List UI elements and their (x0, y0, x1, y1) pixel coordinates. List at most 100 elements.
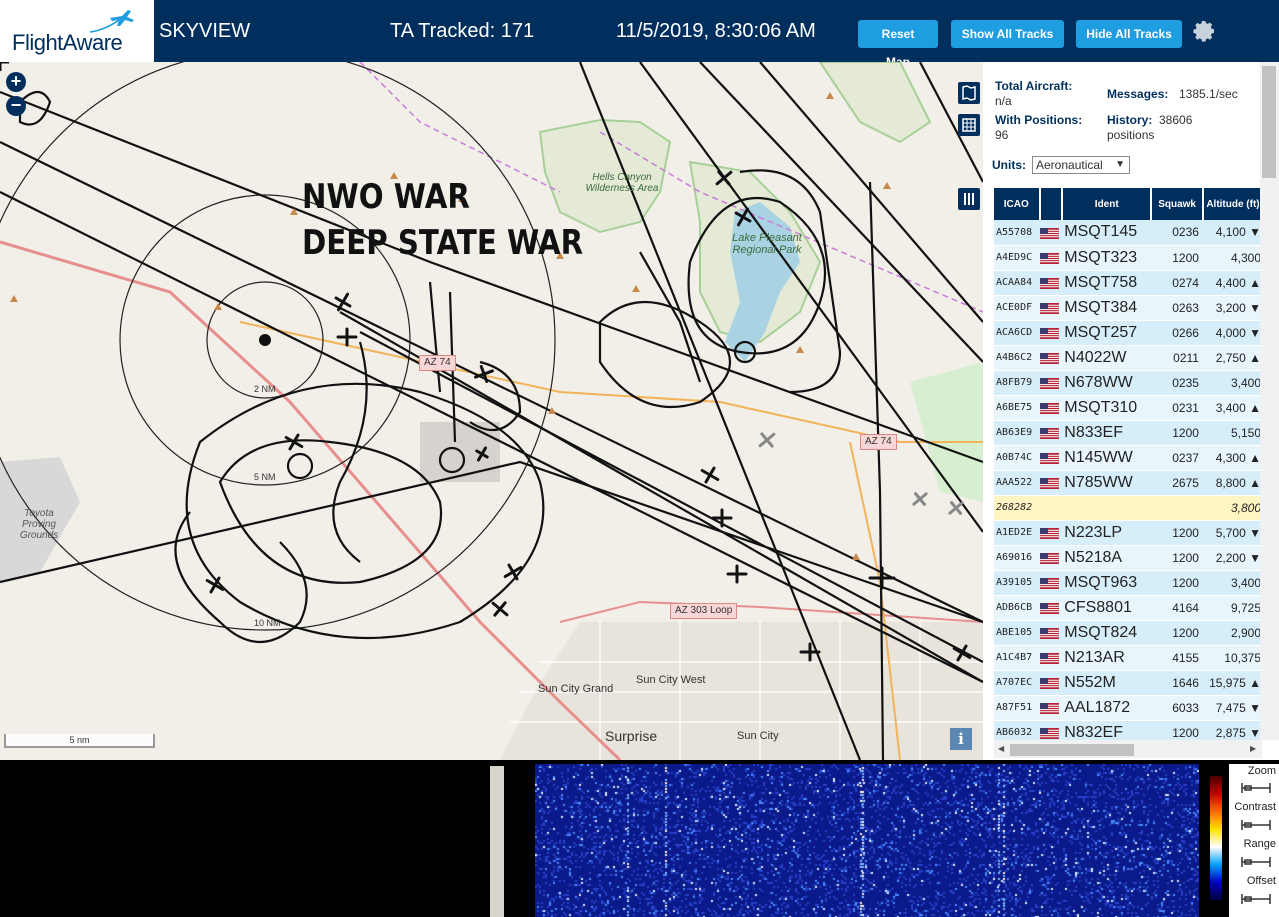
aircraft-table-container[interactable]: ICAO Ident Squawk Altitude (ft) A55708 MS… (994, 188, 1260, 740)
flag-cell (1039, 295, 1063, 321)
table-header-row: ICAO Ident Squawk Altitude (ft) (994, 188, 1260, 220)
scroll-right-icon[interactable]: ▶ (1250, 744, 1256, 753)
altitude-cell: 9,725 (1202, 595, 1260, 621)
table-row[interactable]: A8FB79 N678WW 0235 3,400 (994, 370, 1260, 396)
col-icao[interactable]: ICAO (994, 188, 1041, 220)
table-row[interactable]: A39105 MSQT963 1200 3,400 (994, 570, 1260, 596)
table-row[interactable]: A4B6C2 N4022W 0211 2,750 ▲ (994, 345, 1260, 371)
panel-scrollbar-thumb[interactable] (1262, 66, 1276, 178)
overlay-line-2: DEEP STATE WAR (302, 223, 584, 263)
icao-cell: ADB6CB (994, 595, 1040, 621)
ident-cell: MSQT310 (1062, 395, 1152, 421)
spectrum-divider[interactable] (490, 766, 504, 917)
units-select[interactable]: Aeronautical ▼ (1032, 156, 1130, 174)
table-row[interactable]: A6BE75 MSQT310 0231 3,400 ▲ (994, 395, 1260, 421)
flightaware-logo[interactable]: FlightAware (0, 0, 154, 62)
altitude-cell: 3,400 ▲ (1202, 395, 1260, 421)
col-flag[interactable] (1039, 188, 1064, 220)
zoom-out-button[interactable]: − (6, 96, 26, 116)
table-row[interactable]: ACA6CD MSQT257 0266 4,000 ▼ (994, 320, 1260, 346)
altitude-cell: 2,200 ▼ (1202, 545, 1260, 571)
altitude-cell: 5,150 (1202, 420, 1260, 446)
table-row[interactable]: AB63E9 N833EF 1200 5,150 (994, 420, 1260, 446)
reset-map-button[interactable]: Reset Map (858, 20, 938, 69)
us-flag-icon (1039, 402, 1059, 414)
icao-cell: ABE105 (994, 620, 1040, 646)
flag-cell (1039, 395, 1063, 421)
flag-cell (1039, 670, 1063, 696)
hide-all-tracks-button[interactable]: Hide All Tracks (1076, 20, 1182, 48)
map-layer-button[interactable] (958, 82, 980, 104)
table-row[interactable]: A1C4B7 N213AR 4155 10,375 (994, 645, 1260, 671)
waterfall-display[interactable] (535, 764, 1199, 917)
ident-cell: N5218A (1062, 545, 1152, 571)
chevron-down-icon: ▼ (1115, 159, 1125, 170)
table-row[interactable]: AAA522 N785WW 2675 8,800 ▲ (994, 470, 1260, 496)
contrast-slider[interactable] (1241, 820, 1271, 830)
range-slider[interactable] (1241, 857, 1271, 867)
us-flag-icon (1039, 477, 1059, 489)
us-flag-icon (1039, 277, 1059, 289)
squawk-cell: 1200 (1151, 620, 1203, 646)
contrast-label: Contrast (1234, 801, 1276, 813)
columns-button[interactable] (958, 188, 980, 210)
table-row[interactable]: A69016 N5218A 1200 2,200 ▼ (994, 545, 1260, 571)
table-row[interactable]: 268282 3,800 (994, 495, 1260, 521)
us-flag-icon (1039, 302, 1059, 314)
squawk-cell: 0236 (1151, 220, 1203, 246)
squawk-cell: 2675 (1151, 470, 1203, 496)
table-row[interactable]: ACAA84 MSQT758 0274 4,400 ▲ (994, 270, 1260, 296)
table-row[interactable]: A0B74C N145WW 0237 4,300 ▲ (994, 445, 1260, 471)
table-horizontal-scrollbar-thumb[interactable] (1010, 744, 1134, 756)
altitude-cell: 4,300 ▲ (1202, 445, 1260, 471)
table-row[interactable]: A55708 MSQT145 0236 4,100 ▼ (994, 220, 1260, 246)
show-all-tracks-button[interactable]: Show All Tracks (951, 20, 1064, 48)
table-row[interactable]: A1ED2E N223LP 1200 5,700 ▼ (994, 520, 1260, 546)
us-flag-icon (1039, 552, 1059, 564)
squawk-cell: 1646 (1151, 670, 1203, 696)
us-flag-icon (1039, 452, 1059, 464)
aircraft-panel: Total Aircraft: n/a With Positions: 96 M… (983, 62, 1279, 760)
icao-cell: ACA6CD (994, 320, 1040, 346)
altitude-cell: 5,700 ▼ (1202, 520, 1260, 546)
tracked-count: TA Tracked: 171 (390, 20, 535, 42)
ident-cell: MSQT758 (1062, 270, 1152, 296)
gear-icon[interactable] (1193, 19, 1217, 43)
place-sun-city-west: Sun City West (636, 674, 706, 686)
altitude-cell: 3,400 (1202, 370, 1260, 396)
info-button[interactable]: i (950, 728, 972, 750)
table-row[interactable]: ACE0DF MSQT384 0263 3,200 ▼ (994, 295, 1260, 321)
table-row[interactable]: ADB6CB CFS8801 4164 9,725 (994, 595, 1260, 621)
overlay-line-1: NWO WAR (302, 177, 470, 217)
map-canvas[interactable] (0, 62, 983, 760)
icao-cell: A6BE75 (994, 395, 1040, 421)
table-row[interactable]: ABE105 MSQT824 1200 2,900 (994, 620, 1260, 646)
table-row[interactable]: AB6032 N832EF 1200 2,875 ▼ (994, 720, 1260, 740)
ident-cell: MSQT257 (1062, 320, 1152, 346)
zoom-in-button[interactable]: + (6, 72, 26, 92)
scroll-left-icon[interactable]: ◀ (998, 744, 1004, 753)
col-squawk[interactable]: Squawk (1151, 188, 1204, 220)
offset-label: Offset (1246, 875, 1276, 887)
map-view[interactable]: + − NWO WAR DEEP STATE WAR 2 NM 5 NM 10 … (0, 62, 983, 760)
col-ident[interactable]: Ident (1062, 188, 1153, 220)
grid-view-button[interactable] (958, 114, 980, 136)
zoom-slider[interactable] (1241, 783, 1271, 793)
offset-slider[interactable] (1241, 894, 1271, 904)
col-altitude[interactable]: Altitude (ft) (1202, 188, 1260, 220)
table-row[interactable]: A4ED9C MSQT323 1200 4,300 (994, 245, 1260, 271)
table-row[interactable]: A707EC N552M 1646 15,975 ▲ (994, 670, 1260, 696)
range-ring-5nm-label: 5 NM (254, 472, 276, 482)
icao-cell: AAA522 (994, 470, 1040, 496)
icao-cell: A1ED2E (994, 520, 1040, 546)
flag-cell (1039, 595, 1063, 621)
range-ring-2nm-label: 2 NM (254, 384, 276, 394)
messages-value: 1385.1/sec (1179, 87, 1238, 101)
grid-icon (962, 118, 976, 132)
flag-cell (1039, 245, 1063, 271)
altitude-cell: 4,000 ▼ (1202, 320, 1260, 346)
table-row[interactable]: A87F51 AAL1872 6033 7,475 ▼ (994, 695, 1260, 721)
altitude-cell: 4,300 (1202, 245, 1260, 271)
flag-cell (1039, 545, 1063, 571)
altitude-cell: 2,750 ▲ (1202, 345, 1260, 371)
